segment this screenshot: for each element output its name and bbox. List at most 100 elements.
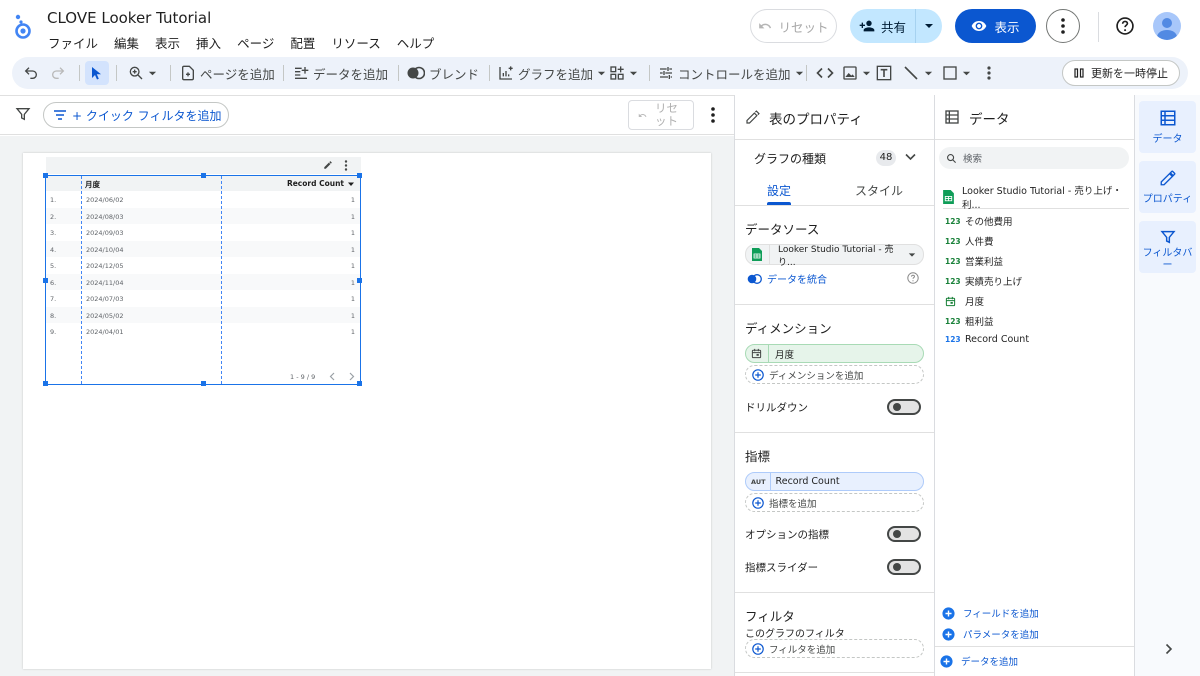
looker-studio-logo[interactable] — [12, 12, 34, 40]
chart-more-icon[interactable] — [344, 160, 348, 171]
menu-view[interactable]: 表示 — [147, 31, 188, 54]
add-field-link[interactable]: フィールドを追加 — [942, 606, 1039, 620]
add-quick-filter-button[interactable]: + クイック フィルタを追加 — [43, 102, 229, 128]
reset-button[interactable]: リセット — [750, 9, 837, 43]
rail-data-button[interactable]: データ — [1139, 101, 1196, 153]
field-item[interactable]: 123 その他費用 — [945, 214, 1013, 229]
line-tool-button[interactable] — [902, 57, 933, 89]
add-parameter-link[interactable]: パラメータを追加 — [942, 627, 1039, 641]
blend-data-link[interactable]: データを統合 — [747, 271, 827, 286]
tab-style[interactable]: スタイル — [855, 182, 903, 199]
menu-file[interactable]: ファイル — [40, 31, 106, 54]
insert-image-button[interactable] — [842, 57, 871, 89]
help-circle-icon[interactable] — [907, 272, 919, 284]
rail-filter-bar-button[interactable]: フィルタバー — [1139, 221, 1196, 273]
redo-button[interactable] — [50, 57, 66, 89]
menu-resource[interactable]: リソース — [323, 31, 388, 54]
resize-handle[interactable] — [43, 173, 48, 178]
add-chart-button[interactable]: グラフを追加 — [498, 57, 606, 89]
add-dimension-button[interactable]: ディメンションを追加 — [745, 365, 924, 384]
shape-tool-button[interactable] — [942, 57, 971, 89]
filter-reset-button[interactable]: リセ ット — [628, 100, 694, 130]
select-tool-button[interactable] — [85, 61, 109, 85]
menu-arrange[interactable]: 配置 — [282, 31, 323, 54]
more-options-button[interactable] — [1046, 9, 1080, 43]
resize-handle[interactable] — [201, 173, 206, 178]
field-item[interactable]: 月度 — [945, 294, 984, 308]
community-viz-button[interactable] — [609, 57, 638, 89]
tab-settings[interactable]: 設定 — [767, 182, 791, 199]
add-circle-icon — [752, 368, 764, 381]
undo-button[interactable] — [23, 57, 39, 89]
add-filter-button[interactable]: フィルタを追加 — [745, 639, 924, 658]
field-item[interactable]: 123 実績売り上げ — [945, 274, 1022, 289]
metric-aggregation-type[interactable]: AUT — [751, 478, 766, 486]
field-item[interactable]: 123 人件費 — [945, 234, 994, 249]
share-button[interactable]: 共有 — [850, 9, 916, 43]
add-data-link[interactable]: データを追加 — [940, 654, 1018, 668]
resize-handle[interactable] — [43, 381, 48, 386]
field-item[interactable]: 123 営業利益 — [945, 254, 1003, 269]
user-avatar[interactable] — [1153, 12, 1181, 40]
report-title[interactable]: CLOVE Looker Tutorial — [47, 9, 211, 27]
metric-slider-toggle[interactable] — [887, 559, 921, 575]
zoom-button[interactable] — [128, 57, 157, 89]
share-dropdown[interactable] — [916, 9, 942, 43]
edit-pencil-icon[interactable] — [323, 160, 333, 170]
add-metric-button[interactable]: 指標を追加 — [745, 493, 924, 512]
field-item[interactable]: 123 粗利益 — [945, 314, 994, 329]
chip-divider — [769, 472, 771, 491]
table-row[interactable]: 7. 2024/07/03 1 — [46, 290, 360, 307]
drilldown-toggle[interactable] — [887, 399, 921, 415]
embed-code-button[interactable] — [816, 57, 834, 89]
add-circle-icon — [940, 654, 953, 668]
table-row[interactable]: 2. 2024/08/03 1 — [46, 207, 360, 224]
text-box-button[interactable] — [876, 57, 892, 89]
next-page-icon[interactable] — [349, 372, 355, 381]
table-row[interactable]: 8. 2024/05/02 1 — [46, 306, 360, 323]
filter-icon[interactable] — [15, 106, 31, 122]
menu-page[interactable]: ページ — [229, 31, 282, 54]
dimension-chip-month[interactable]: 月度 — [745, 344, 924, 363]
table-row[interactable]: 5. 2024/12/05 1 — [46, 257, 360, 274]
view-button[interactable]: 表示 — [955, 9, 1036, 43]
help-button[interactable] — [1112, 13, 1138, 39]
resize-handle[interactable] — [357, 381, 362, 386]
data-search-input[interactable]: 検索 — [939, 147, 1129, 169]
quick-filter-label: + クイック フィルタを追加 — [72, 108, 222, 123]
toolbar-more-button[interactable] — [987, 57, 991, 89]
resize-handle[interactable] — [201, 381, 206, 386]
rail-properties-button[interactable]: プロパティ — [1139, 161, 1196, 213]
menu-edit[interactable]: 編集 — [106, 31, 147, 54]
properties-tabs: 設定 スタイル — [735, 175, 935, 206]
collapse-panel-button[interactable] — [1165, 643, 1173, 655]
table-chart[interactable]: 月度 Record Count 1. 2024/06/02 1 2. 2024/… — [43, 173, 362, 386]
column-header-month[interactable]: 月度 — [85, 179, 100, 190]
menu-help[interactable]: ヘルプ — [389, 31, 443, 54]
table-row[interactable]: 3. 2024/09/03 1 — [46, 224, 360, 241]
column-header-record-count[interactable]: Record Count — [287, 179, 354, 188]
field-item[interactable]: 123 Record Count — [945, 334, 1029, 345]
pause-updates-button[interactable]: 更新を一時停止 — [1062, 60, 1180, 86]
table-row[interactable]: 9. 2024/04/01 1 — [46, 323, 360, 340]
prev-page-icon[interactable] — [329, 372, 335, 381]
table-row[interactable]: 6. 2024/11/04 1 — [46, 273, 360, 290]
add-page-button[interactable]: ページを追加 — [180, 57, 275, 89]
data-source-item[interactable]: Looker Studio Tutorial - 売り上げ・利... — [943, 185, 1129, 211]
add-data-button[interactable]: データを追加 — [293, 57, 388, 89]
chart-type-row[interactable]: グラフの種類 48 — [735, 141, 935, 175]
resize-handle[interactable] — [357, 278, 362, 283]
pause-updates-label: 更新を一時停止 — [1091, 67, 1168, 80]
filter-bar-more-button[interactable] — [706, 106, 720, 124]
resize-handle[interactable] — [357, 173, 362, 178]
metric-chip-record-count[interactable]: AUT Record Count — [745, 472, 924, 491]
blend-button[interactable]: ブレンド — [407, 57, 479, 89]
optional-metrics-toggle[interactable] — [887, 526, 921, 542]
add-control-button[interactable]: コントロールを追加 — [658, 57, 804, 89]
number-type-icon: 123 — [945, 276, 961, 286]
resize-handle[interactable] — [43, 278, 48, 283]
table-row[interactable]: 4. 2024/10/04 1 — [46, 240, 360, 257]
datasource-selector[interactable]: Looker Studio Tutorial - 売り... — [745, 244, 924, 268]
table-row[interactable]: 1. 2024/06/02 1 — [46, 191, 360, 208]
menu-insert[interactable]: 挿入 — [188, 31, 229, 54]
